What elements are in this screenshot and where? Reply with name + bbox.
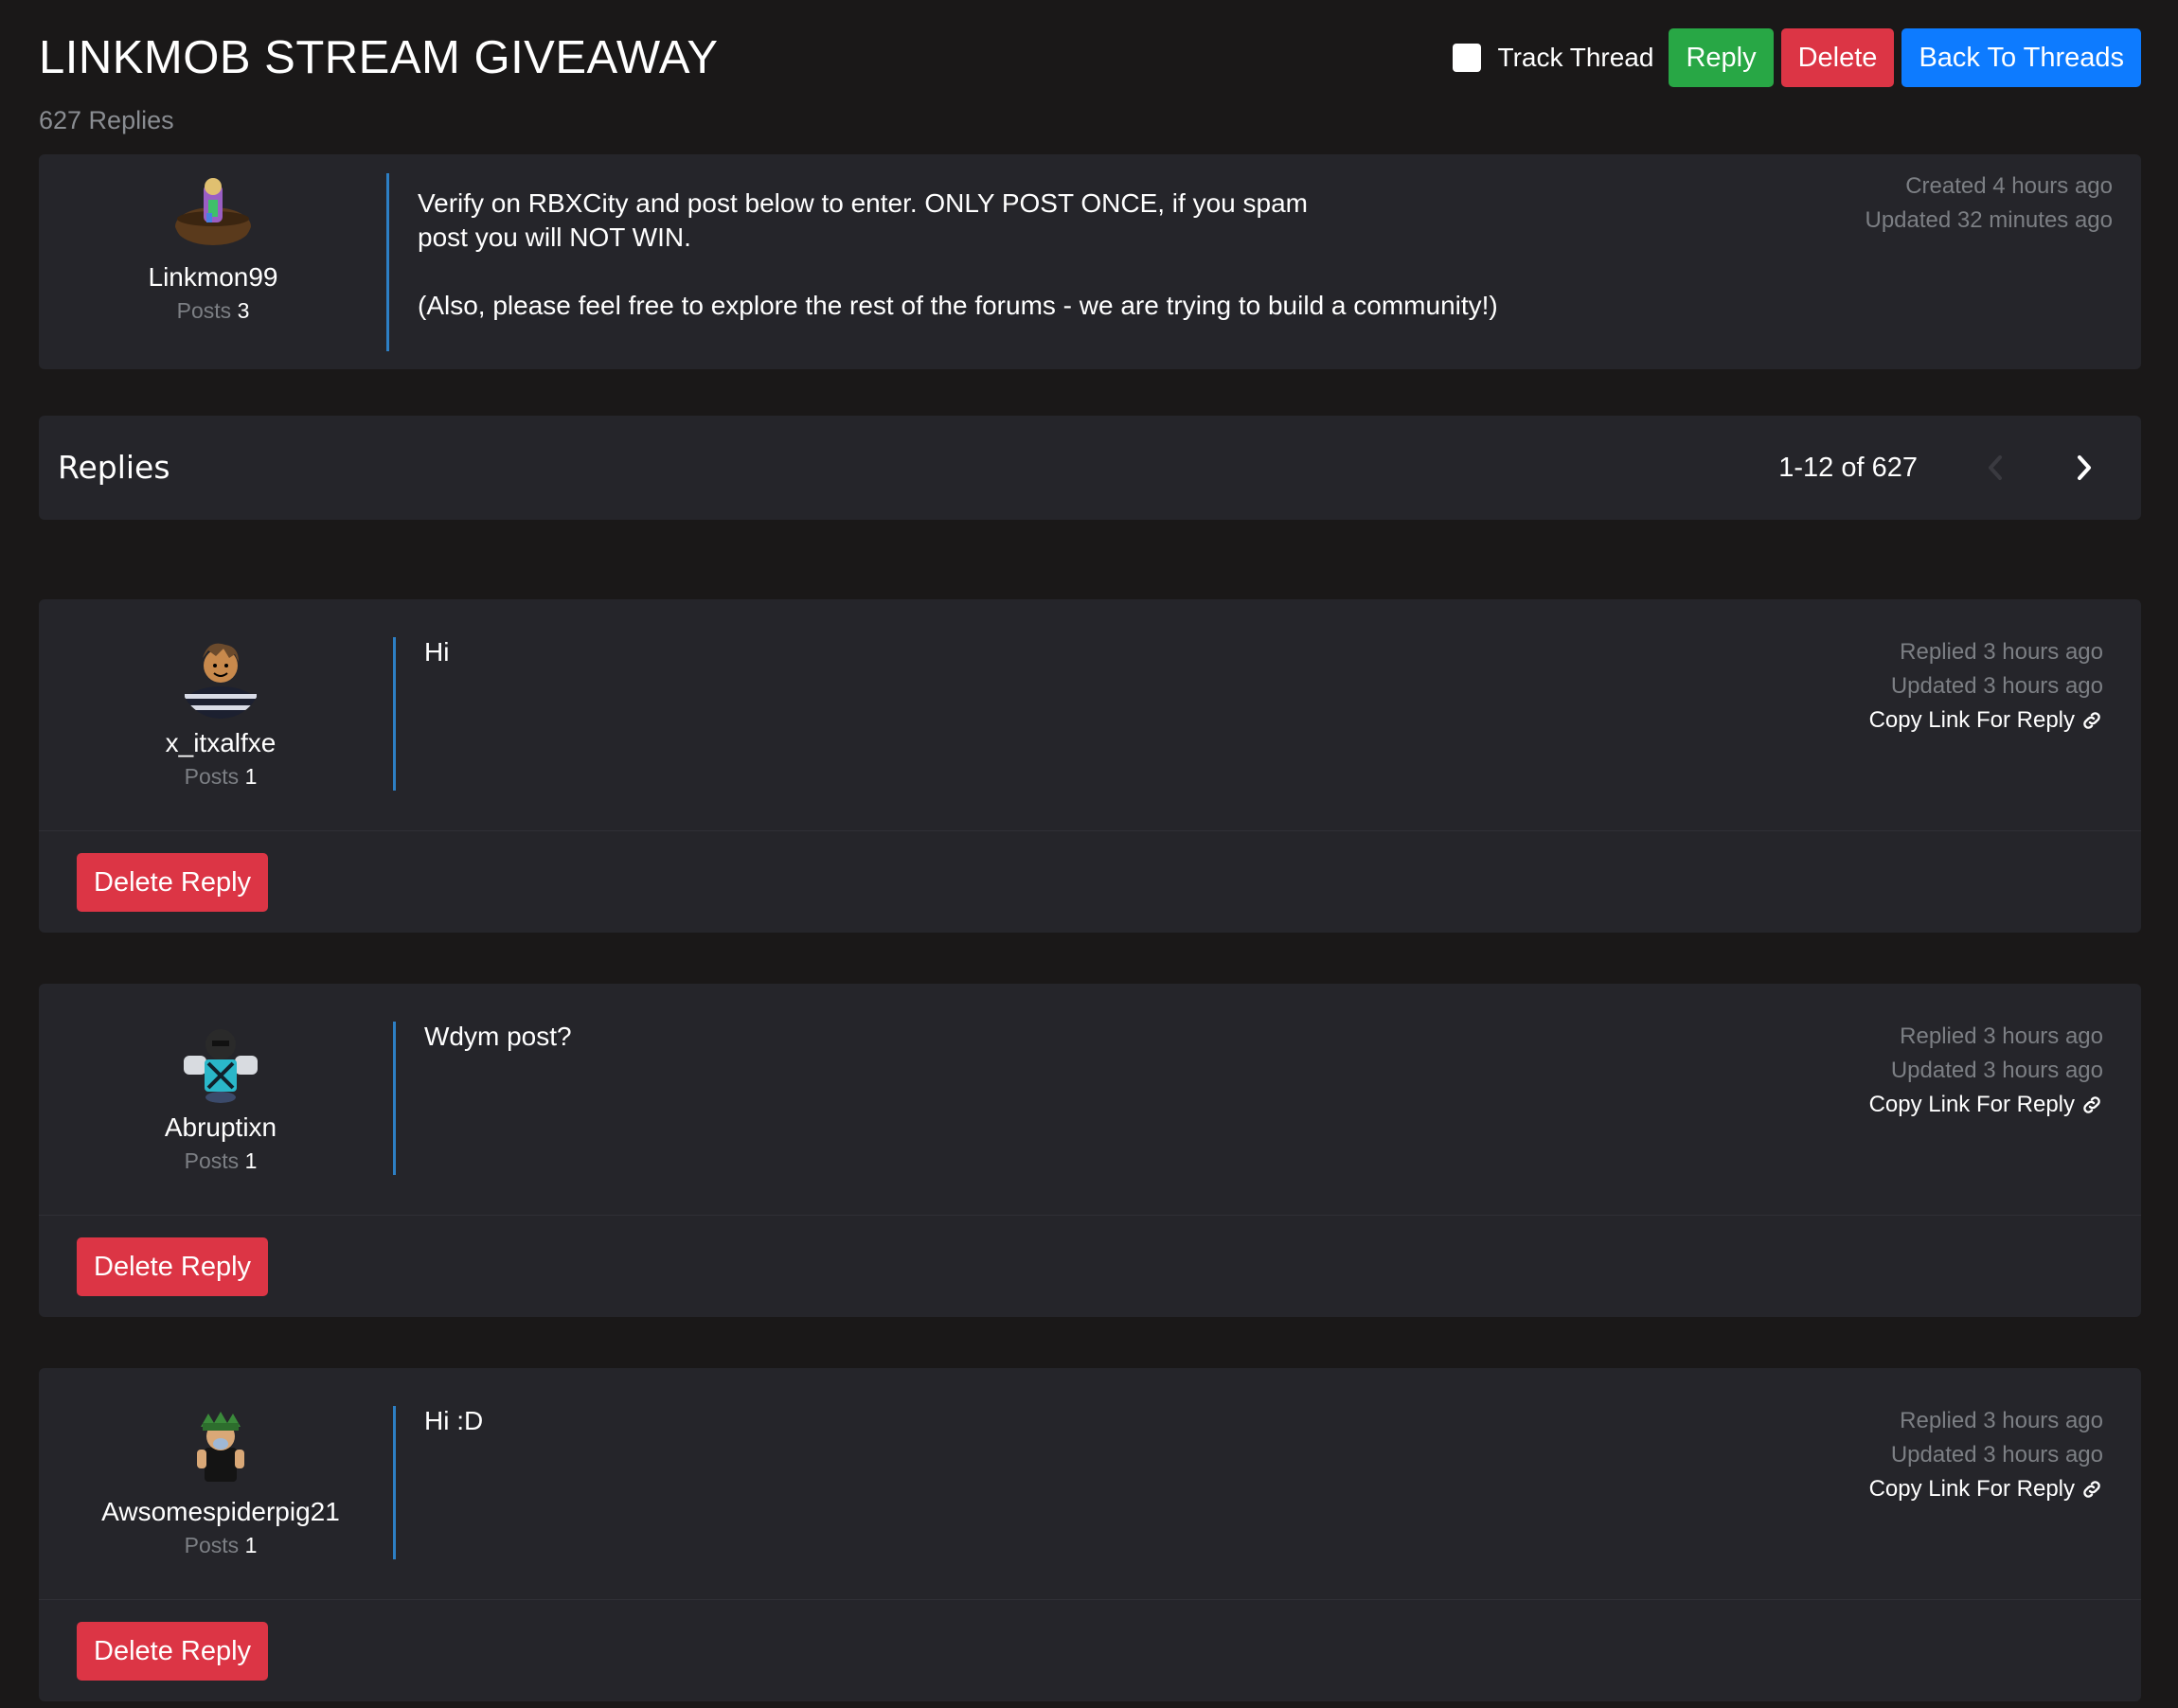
reply-card: Abruptixn Posts 1 Wdym post? Replied 3 h… xyxy=(39,984,2141,1317)
reply-avatar[interactable] xyxy=(180,1022,261,1103)
op-avatar[interactable] xyxy=(172,171,254,253)
replies-bar: Replies 1-12 of 627 xyxy=(39,416,2141,520)
copy-link-label: Copy Link For Reply xyxy=(1868,707,2075,733)
avatar-image-icon xyxy=(184,1029,258,1103)
reply-footer-divider xyxy=(39,830,2141,831)
posts-label: Posts xyxy=(184,1148,240,1173)
reply-username[interactable]: Abruptixn xyxy=(98,1112,344,1143)
op-created: Created 4 hours ago xyxy=(1905,173,2113,199)
thread-title: LINKMOB STREAM GIVEAWAY xyxy=(39,32,719,83)
reply-body: Wdym post? xyxy=(424,1022,572,1051)
reply-replied-time: Replied 3 hours ago xyxy=(1900,639,2103,665)
reply-username[interactable]: Awsomespiderpig21 xyxy=(83,1497,358,1527)
reply-body: Hi xyxy=(424,637,450,667)
copy-link-for-reply[interactable]: Copy Link For Reply xyxy=(1869,1088,2103,1122)
reply-divider xyxy=(393,1022,396,1175)
reply-updated-time: Updated 3 hours ago xyxy=(1890,673,2103,699)
copy-link-label: Copy Link For Reply xyxy=(1868,1476,2075,1502)
delete-reply-button[interactable]: Delete Reply xyxy=(77,853,269,912)
reply-updated-time: Updated 3 hours ago xyxy=(1890,1058,2103,1083)
avatar-image-icon xyxy=(175,178,251,245)
op-divider xyxy=(386,173,389,351)
op-username[interactable]: Linkmon99 xyxy=(104,262,322,293)
reply-replied-time: Replied 3 hours ago xyxy=(1900,1408,2103,1433)
op-body: Verify on RBXCity and post below to ente… xyxy=(418,187,1498,323)
reply-body: Hi :D xyxy=(424,1406,484,1435)
reply-replied-time: Replied 3 hours ago xyxy=(1900,1023,2103,1049)
reply-divider xyxy=(393,1406,396,1559)
op-body-line: Verify on RBXCity and post below to ente… xyxy=(418,188,1308,218)
op-post-count: Posts 3 xyxy=(104,298,322,324)
reply-author: Abruptixn Posts 1 xyxy=(98,1022,344,1174)
pagination-prev-button[interactable] xyxy=(1976,449,2014,487)
link-icon xyxy=(2083,1096,2100,1113)
op-body-line: (Also, please feel free to explore the r… xyxy=(418,291,1498,320)
copy-link-for-reply[interactable]: Copy Link For Reply xyxy=(1869,703,2103,738)
reply-post-count: Posts 1 xyxy=(98,764,344,790)
reply-username[interactable]: x_itxalfxe xyxy=(98,728,344,758)
delete-thread-button[interactable]: Delete xyxy=(1780,28,1895,87)
track-thread-toggle[interactable]: Track Thread xyxy=(1452,43,1654,73)
reply-post-count: Posts 1 xyxy=(83,1533,358,1558)
original-post: Linkmon99 Posts 3 Verify on RBXCity and … xyxy=(39,154,2141,369)
posts-count: 1 xyxy=(244,764,258,789)
header-actions: Track Thread Reply Delete Back To Thread… xyxy=(1452,28,2141,87)
reply-card: Awsomespiderpig21 Posts 1 Hi :D Replied … xyxy=(39,1368,2141,1701)
reply-author: Awsomespiderpig21 Posts 1 xyxy=(83,1406,358,1558)
op-body-line: post you will NOT WIN. xyxy=(418,222,691,252)
reply-button[interactable]: Reply xyxy=(1669,28,1774,87)
delete-reply-button[interactable]: Delete Reply xyxy=(77,1237,269,1296)
reply-card: x_itxalfxe Posts 1 Hi Replied 3 hours ag… xyxy=(39,599,2141,933)
chevron-right-icon xyxy=(2078,455,2091,480)
reply-count: 627 Replies xyxy=(39,106,174,134)
posts-label: Posts xyxy=(176,298,232,323)
reply-avatar[interactable] xyxy=(180,1406,261,1487)
reply-meta: Replied 3 hours ago Updated 3 hours ago … xyxy=(1869,1020,2103,1122)
link-icon xyxy=(2083,1481,2100,1498)
reply-footer-divider xyxy=(39,1599,2141,1600)
posts-label: Posts xyxy=(184,764,240,789)
back-to-threads-button[interactable]: Back To Threads xyxy=(1901,28,2141,87)
avatar-image-icon xyxy=(197,1412,244,1482)
reply-updated-time: Updated 3 hours ago xyxy=(1890,1442,2103,1468)
track-thread-checkbox[interactable] xyxy=(1452,44,1481,72)
avatar-image-icon xyxy=(185,643,257,719)
posts-label: Posts xyxy=(184,1533,240,1557)
op-meta: Created 4 hours ago Updated 32 minutes a… xyxy=(1865,169,2113,238)
track-thread-label: Track Thread xyxy=(1497,43,1654,72)
op-author: Linkmon99 Posts 3 xyxy=(104,171,322,324)
posts-count: 1 xyxy=(244,1148,258,1173)
chevron-left-icon xyxy=(1989,455,2002,480)
replies-title: Replies xyxy=(58,449,170,486)
reply-divider xyxy=(393,637,396,791)
reply-avatar[interactable] xyxy=(180,637,261,719)
pagination-next-button[interactable] xyxy=(2065,449,2103,487)
thread-page: LINKMOB STREAM GIVEAWAY 627 Replies Trac… xyxy=(39,0,2141,1701)
op-updated: Updated 32 minutes ago xyxy=(1865,207,2113,233)
reply-footer-divider xyxy=(39,1215,2141,1216)
copy-link-label: Copy Link For Reply xyxy=(1868,1092,2075,1117)
reply-author: x_itxalfxe Posts 1 xyxy=(98,637,344,790)
reply-meta: Replied 3 hours ago Updated 3 hours ago … xyxy=(1869,635,2103,738)
posts-count: 3 xyxy=(237,298,250,323)
link-icon xyxy=(2083,712,2100,729)
copy-link-for-reply[interactable]: Copy Link For Reply xyxy=(1869,1472,2103,1506)
thread-header: LINKMOB STREAM GIVEAWAY 627 Replies Trac… xyxy=(39,0,2141,153)
delete-reply-button[interactable]: Delete Reply xyxy=(77,1622,269,1681)
pagination-range: 1-12 of 627 xyxy=(1778,453,1918,483)
posts-count: 1 xyxy=(244,1533,258,1557)
reply-meta: Replied 3 hours ago Updated 3 hours ago … xyxy=(1869,1404,2103,1506)
reply-post-count: Posts 1 xyxy=(98,1148,344,1174)
